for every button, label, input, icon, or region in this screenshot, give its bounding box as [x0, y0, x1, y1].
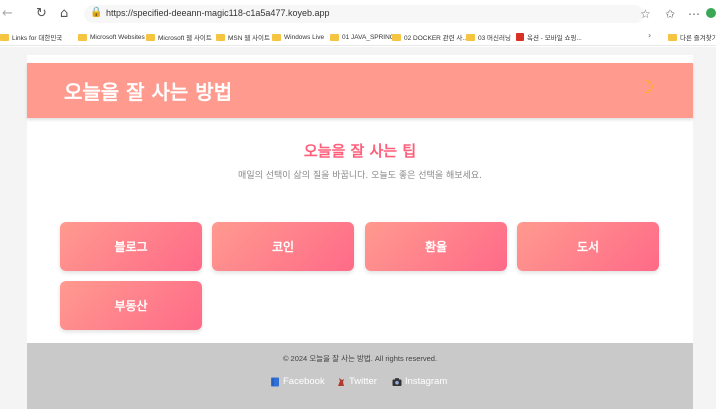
profile-icon[interactable]: [706, 8, 716, 18]
twitter-link[interactable]: Twitter: [336, 376, 377, 387]
category-card-real-estate[interactable]: 부동산: [60, 281, 202, 330]
page-viewport: 오늘을 잘 사는 방법 ☽ 오늘을 잘 사는 팁 매일의 선택이 삶의 질을 바…: [0, 47, 716, 409]
favorite-star-icon[interactable]: ☆: [640, 7, 651, 21]
copyright-text: © 2024 오늘을 잘 사는 방법. All rights reserved.: [282, 354, 438, 363]
folder-icon: [392, 33, 401, 41]
url-text: https://specified-deeann-magic118-c1a5a4…: [106, 8, 330, 18]
section-subtitle: 매일의 선택이 삶의 질을 바꿉니다. 오늘도 좋은 선택을 해보세요.: [238, 171, 482, 181]
facebook-book-icon: [270, 377, 280, 387]
folder-icon: [78, 33, 87, 41]
instagram-camera-icon: [392, 377, 402, 387]
browser-toolbar: ← ↻ ⌂ 🔒 https://specified-deeann-magic11…: [0, 0, 716, 28]
bookmark-item[interactable]: 03 머신러닝: [466, 31, 511, 43]
folder-icon: [0, 33, 9, 41]
bookmark-item[interactable]: 옥션 - 모바일 쇼핑...: [516, 31, 582, 43]
category-card-exchange-rate[interactable]: 환율: [365, 222, 507, 271]
folder-icon: [668, 33, 677, 41]
category-card-blog[interactable]: 블로그: [60, 222, 202, 271]
twitter-bird-icon: [336, 377, 346, 387]
home-icon[interactable]: ⌂: [60, 7, 68, 21]
bookmark-item[interactable]: 01 JAVA_SPRING: [330, 31, 395, 43]
bookmark-item[interactable]: Microsoft Websites: [78, 31, 145, 43]
bookmarks-bar: Links for 대한민국 Microsoft Websites Micros…: [0, 28, 716, 46]
bookmark-item[interactable]: Microsoft 웹 사이트: [146, 31, 212, 43]
bookmark-item[interactable]: Links for 대한민국: [0, 31, 62, 43]
back-icon[interactable]: ←: [2, 7, 13, 21]
auction-icon: [516, 33, 524, 41]
lock-icon: 🔒: [90, 7, 103, 18]
folder-icon: [330, 33, 339, 41]
folder-icon: [466, 33, 475, 41]
folder-icon: [146, 33, 155, 41]
site-footer: © 2024 오늘을 잘 사는 방법. All rights reserved.…: [27, 343, 693, 409]
folder-icon: [272, 33, 281, 41]
site-header: 오늘을 잘 사는 방법 ☽: [27, 63, 693, 118]
address-bar[interactable]: 🔒 https://specified-deeann-magic118-c1a5…: [84, 5, 644, 23]
bookmark-item[interactable]: Windows Live: [272, 31, 324, 43]
more-menu-icon[interactable]: ⋯: [688, 7, 700, 21]
bookmark-item[interactable]: 02 DOCKER 관련 사...: [392, 31, 468, 43]
category-card-coin[interactable]: 코인: [212, 222, 354, 271]
site-title[interactable]: 오늘을 잘 사는 방법: [64, 76, 232, 105]
favorites-bar-icon[interactable]: ✩: [665, 7, 675, 21]
bookmark-item[interactable]: 다른 즐겨찾기: [668, 31, 716, 43]
page-container: 오늘을 잘 사는 방법 ☽ 오늘을 잘 사는 팁 매일의 선택이 삶의 질을 바…: [27, 55, 693, 409]
reload-icon[interactable]: ↻: [36, 7, 47, 21]
chevron-right-icon[interactable]: ›: [648, 31, 651, 40]
folder-icon: [216, 33, 225, 41]
facebook-link[interactable]: Facebook: [270, 376, 325, 387]
section-heading: 오늘을 잘 사는 팁: [303, 142, 417, 160]
instagram-link[interactable]: Instagram: [392, 376, 447, 387]
bookmark-item[interactable]: MSN 웹 사이트: [216, 31, 270, 43]
moon-icon[interactable]: ☽: [638, 78, 654, 98]
category-card-books[interactable]: 도서: [517, 222, 659, 271]
